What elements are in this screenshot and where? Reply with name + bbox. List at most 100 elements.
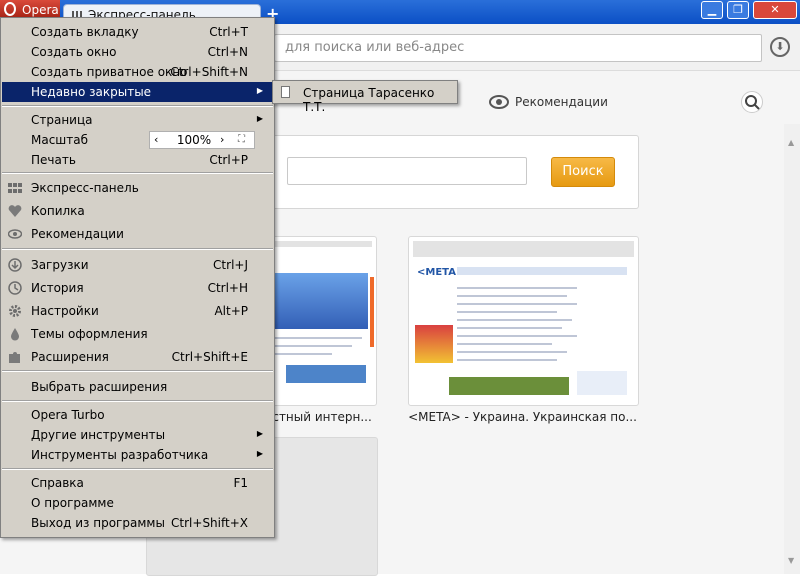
scroll-down-arrow[interactable]: ▼ [788, 556, 794, 565]
search-input[interactable] [287, 157, 527, 185]
menu-item-shortcut: Alt+P [214, 304, 248, 318]
thumbnail-photos [449, 377, 569, 395]
recently-closed-submenu: Страница Тарасенко Т.Т. [272, 80, 458, 114]
zoom-out-button[interactable]: ‹ [154, 133, 158, 146]
menu-item-shortcut: Ctrl+J [213, 258, 248, 272]
menu-item-label: Выбрать расширения [31, 380, 168, 394]
submenu-item-tarasenko[interactable]: Страница Тарасенко Т.Т. [303, 86, 457, 114]
menu-item-label: Страница [31, 113, 93, 127]
menu-item-shortcut: Ctrl+H [207, 281, 248, 295]
thumbnail-line [457, 295, 567, 297]
thumbnail-line [457, 327, 562, 329]
thumbnail-line [457, 319, 572, 321]
menu-item-label: Недавно закрытые [31, 85, 152, 99]
menu-item-print[interactable]: Печать Ctrl+P [2, 150, 273, 170]
menu-item-label: Другие инструменты [31, 428, 166, 442]
menu-item-new-private-window[interactable]: Создать приватное окно Ctrl+Shift+N [2, 62, 273, 82]
speed-dial-grid-icon [8, 183, 22, 193]
thumbnail-nav [457, 267, 627, 275]
menu-item-label: Загрузки [31, 258, 89, 272]
speed-dial-tile-1[interactable] [265, 236, 377, 406]
menu-item-label: Создать окно [31, 45, 117, 59]
menu-item-shortcut: Ctrl+Shift+E [171, 350, 248, 364]
search-icon[interactable] [741, 91, 763, 113]
thumbnail-side-stripe [370, 277, 374, 347]
search-button[interactable]: Поиск [551, 157, 615, 187]
menu-item-shortcut: Ctrl+T [209, 25, 248, 39]
menu-separator [2, 172, 273, 174]
maximize-button[interactable]: ❐ [727, 1, 749, 19]
thumbnail-image [272, 273, 368, 329]
address-bar[interactable]: для поиска или веб-адрес [274, 34, 762, 62]
zoom-in-button[interactable]: › [220, 133, 224, 146]
menu-item-recommendations[interactable]: Рекомендации [2, 224, 273, 244]
thumbnail-banner [286, 365, 366, 383]
thumbnail-line [457, 287, 577, 289]
thumbnail-line [457, 335, 577, 337]
menu-item-extensions[interactable]: Расширения Ctrl+Shift+E [2, 347, 273, 367]
menu-item-developer-tools[interactable]: Инструменты разработчика ▶ [2, 445, 273, 465]
thumbnail-header [413, 241, 634, 257]
menu-item-zoom: Масштаб ‹ 100% › ⛶ [2, 130, 273, 150]
menu-item-shortcut: F1 [233, 476, 248, 490]
menu-item-label: Справка [31, 476, 84, 490]
heart-icon [8, 205, 22, 217]
menu-item-settings[interactable]: Настройки Alt+P [2, 301, 273, 321]
menu-item-shortcut: Ctrl+Shift+N [170, 65, 248, 79]
menu-item-recently-closed[interactable]: Недавно закрытые ▶ [2, 82, 273, 102]
drop-icon [11, 328, 19, 341]
menu-separator [2, 400, 273, 402]
thumbnail-line [457, 359, 557, 361]
zoom-fit-icon[interactable]: ⛶ [238, 134, 245, 145]
scrollbar[interactable] [784, 124, 800, 574]
menu-item-label: Печать [31, 153, 76, 167]
menu-item-shortcut: Ctrl+P [209, 153, 248, 167]
opera-main-menu: Создать вкладку Ctrl+T Создать окно Ctrl… [0, 17, 275, 538]
menu-item-exit[interactable]: Выход из программы Ctrl+Shift+X [2, 513, 273, 533]
opera-logo-icon [4, 2, 16, 16]
tile-1-label: остный интерн... [265, 410, 372, 424]
menu-separator [2, 370, 273, 372]
speed-dial-tile-2[interactable]: <META> [408, 236, 639, 406]
menu-item-label: Масштаб [31, 133, 89, 147]
recommendations-link[interactable]: Рекомендации [515, 95, 608, 109]
thumbnail-line [457, 303, 577, 305]
submenu-arrow-icon: ▶ [256, 449, 263, 458]
submenu-arrow-icon: ▶ [256, 114, 263, 123]
thumbnail-line [272, 353, 332, 355]
menu-item-new-tab[interactable]: Создать вкладку Ctrl+T [2, 22, 273, 42]
close-button[interactable]: ✕ [753, 1, 797, 19]
menu-item-downloads[interactable]: Загрузки Ctrl+J [2, 255, 273, 275]
menu-item-new-window[interactable]: Создать окно Ctrl+N [2, 42, 273, 62]
menu-item-about[interactable]: О программе [2, 493, 273, 513]
menu-item-page[interactable]: Страница ▶ [2, 110, 273, 130]
clock-icon [8, 281, 22, 295]
menu-item-themes[interactable]: Темы оформления [2, 324, 273, 344]
thumbnail-weather [577, 371, 627, 395]
menu-item-label: История [31, 281, 84, 295]
scroll-up-arrow[interactable]: ▲ [788, 138, 794, 147]
download-icon[interactable]: ⬇ [770, 37, 790, 57]
menu-item-shortcut: Ctrl+N [207, 45, 248, 59]
menu-item-label: Создать приватное окно [31, 65, 188, 79]
menu-item-label: Экспресс-панель [31, 181, 139, 195]
menu-item-label: Инструменты разработчика [31, 448, 209, 462]
menu-item-help[interactable]: Справка F1 [2, 473, 273, 493]
tile-2-label: <META> - Украина. Украинская по... [408, 410, 637, 424]
minimize-button[interactable]: ▁ [701, 1, 723, 19]
menu-item-history[interactable]: История Ctrl+H [2, 278, 273, 298]
thumbnail-line [272, 337, 362, 339]
opera-button-label: Opera [22, 3, 59, 17]
zoom-value: 100% [176, 133, 212, 147]
menu-item-choose-extensions[interactable]: Выбрать расширения [2, 377, 273, 397]
menu-item-other-tools[interactable]: Другие инструменты ▶ [2, 425, 273, 445]
menu-item-speed-dial[interactable]: Экспресс-панель [2, 178, 273, 198]
menu-item-label: Копилка [31, 204, 85, 218]
address-placeholder: для поиска или веб-адрес [285, 40, 465, 55]
gear-icon [9, 305, 21, 317]
submenu-arrow-icon: ▶ [256, 429, 263, 438]
menu-item-opera-turbo[interactable]: Opera Turbo [2, 405, 273, 425]
menu-separator [2, 248, 273, 250]
menu-item-stash[interactable]: Копилка [2, 201, 273, 221]
download-icon [8, 258, 22, 272]
